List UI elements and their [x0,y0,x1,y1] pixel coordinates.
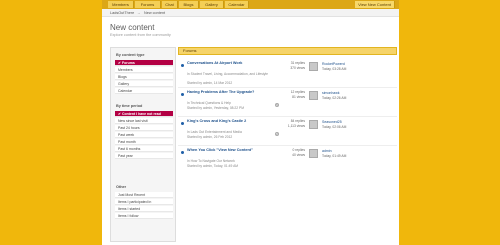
list-item: Having Problems After The Upgrade? In Te… [178,90,397,114]
topic-title-link[interactable]: When You Click "View New Content" [187,148,267,153]
sidebar-item-label: Forums [121,61,135,65]
topic-stats: 84 replies 1,113 views [283,119,305,128]
nav-forums[interactable]: Forums [135,1,161,8]
sidebar-item-follow[interactable]: Items I follow [115,213,173,219]
last-poster-link[interactable]: RocketPowerd [322,62,345,67]
sidebar-item-most-recent[interactable]: Just Most Recent [115,192,173,198]
topic-title-link[interactable]: Having Problems After The Upgrade? [187,90,267,95]
last-poster-link[interactable]: Seasoned25 [322,120,342,125]
unread-dot-icon [181,151,184,154]
page-count-icon[interactable]: 5 [275,132,279,136]
sidebar-item-label: Content I have not read [121,112,161,116]
breadcrumb-current: New content [144,11,166,15]
avatar[interactable] [309,91,318,100]
unread-dot-icon [181,122,184,125]
sidebar-item-calendar[interactable]: Calendar [115,88,173,94]
sidebar-item-past-24-hours[interactable]: Past 24 hours [115,125,173,131]
topic-stats: 31 replies 370 views [283,61,305,70]
topic-started-by: Started by admin, 26 Feb 2012 [187,135,233,139]
unread-dot-icon [181,93,184,96]
row-divider [178,116,397,117]
nav-gallery[interactable]: Gallery [200,1,224,8]
top-navigation: Members Forums Chat Blogs Gallery Calend… [102,0,399,9]
sidebar-item-past-week[interactable]: Past week [115,132,173,138]
breadcrumb: LadsOutThere → New content [102,9,399,17]
sidebar-item-since-last-visit[interactable]: New since last visit [115,118,173,124]
sidebar-item-past-6-months[interactable]: Past 6 months [115,146,173,152]
topic-forum: In Technical Questions & Help [187,101,231,105]
topic-title-link[interactable]: Conversations At Airport Work [187,61,267,66]
topic-started-by: Started by admin, Today, 01:49 AM [187,164,239,168]
last-post-date[interactable]: Today, 01:49 AM [322,154,346,159]
avatar[interactable] [309,120,318,129]
last-post-date[interactable]: Today, 03:28 AM [322,67,346,72]
page-count-icon[interactable]: 2 [275,103,279,107]
page-container: Members Forums Chat Blogs Gallery Calend… [102,0,399,245]
sidebar-item-not-read[interactable]: ✔Content I have not read [115,111,173,117]
breadcrumb-home-link[interactable]: LadsOutThere [110,10,134,16]
views-count: 370 views [290,65,305,70]
last-post-date[interactable]: Today, 02:06 AM [322,125,346,130]
topic-title-link[interactable]: King's Cross and King's Castle 2 [187,119,267,124]
breadcrumb-separator: → [137,11,141,15]
row-divider [178,145,397,146]
avatar[interactable] [309,149,318,158]
content-list: Forums Conversations At Airport Work In … [178,47,397,242]
topic-started-by: Started by admin, Yesterday, 08:22 PM [187,106,244,110]
list-item: Conversations At Airport Work In Student… [178,61,397,85]
avatar[interactable] [309,62,318,71]
view-new-content-button[interactable]: View New Content [355,1,395,8]
filter-sidebar: By content type ✔Forums Members Blogs Ga… [110,47,176,242]
topic-forum: In Lads Out Entertainment and Media [187,130,242,134]
section-header: Forums [178,47,397,55]
nav-calendar[interactable]: Calendar [225,1,249,8]
sidebar-item-past-month[interactable]: Past month [115,139,173,145]
sidebar-heading-time-period: By time period [116,104,143,108]
nav-blogs[interactable]: Blogs [179,1,199,8]
sidebar-heading-other: Other [116,185,127,189]
nav-members[interactable]: Members [108,1,134,8]
nav-chat[interactable]: Chat [162,1,178,8]
sidebar-item-past-year[interactable]: Past year [115,153,173,159]
check-icon: ✔ [118,61,121,65]
views-count: 40 views [292,152,305,157]
check-icon: ✔ [118,112,121,116]
last-poster-link[interactable]: admin [322,149,332,154]
topic-forum: In How To Navigate Our Network [187,159,235,163]
sidebar-item-blogs[interactable]: Blogs [115,74,173,80]
sidebar-item-participated[interactable]: Items I participated in [115,199,173,205]
views-count: 81 views [292,94,305,99]
topic-forum: In Student Travel, Living, Accommodation… [187,72,269,76]
page-title: New content [110,23,155,32]
views-count: 1,113 views [287,123,305,128]
sidebar-item-started[interactable]: Items I started [115,206,173,212]
topic-started-by: Started by admin, 14 Mar 2012 [187,81,233,85]
page-subtitle: Explore content from the community [110,33,171,37]
sidebar-item-gallery[interactable]: Gallery [115,81,173,87]
last-post-date[interactable]: Today, 02:26 AM [322,96,346,101]
list-item: When You Click "View New Content" In How… [178,148,397,172]
list-item: King's Cross and King's Castle 2 In Lads… [178,119,397,143]
sidebar-item-forums[interactable]: ✔Forums [115,60,173,66]
topic-stats: 12 replies 81 views [283,90,305,99]
sidebar-item-members[interactable]: Members [115,67,173,73]
topic-stats: 0 replies 40 views [283,148,305,157]
unread-dot-icon [181,64,184,67]
last-poster-link[interactable]: simonhawk [322,91,340,96]
sidebar-heading-content-type: By content type [116,53,145,57]
row-divider [178,87,397,88]
